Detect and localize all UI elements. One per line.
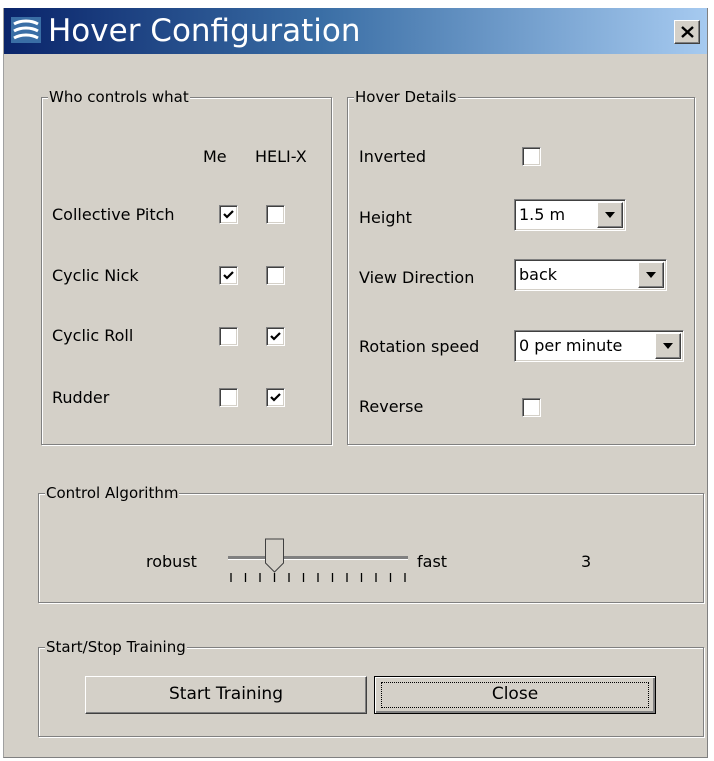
slider-track <box>228 556 408 559</box>
row-label-cyclic-roll: Cyclic Roll <box>52 326 134 345</box>
collective-pitch-helix-checkbox[interactable] <box>266 205 285 224</box>
control-algorithm-legend: Control Algorithm <box>45 484 180 502</box>
column-header-me: Me <box>203 147 227 166</box>
height-combobox[interactable]: 1.5 m <box>514 199 626 231</box>
rudder-helix-checkbox[interactable] <box>266 388 285 407</box>
training-legend: Start/Stop Training <box>45 638 187 656</box>
close-icon <box>681 26 694 38</box>
column-header-helix: HELI-X <box>255 147 307 166</box>
view-direction-combobox[interactable]: back <box>514 259 667 291</box>
view-direction-dropdown-button[interactable] <box>638 262 664 288</box>
height-dropdown-button[interactable] <box>597 202 623 228</box>
close-window-button[interactable] <box>674 20 700 44</box>
checkmark-icon <box>223 271 234 280</box>
dropdown-arrow-icon <box>605 212 615 218</box>
hover-configuration-window: Hover Configuration Who controls what Me… <box>3 8 708 758</box>
rotation-speed-combobox[interactable]: 0 per minute <box>514 330 684 362</box>
height-value: 1.5 m <box>519 205 566 224</box>
title-bar[interactable]: Hover Configuration <box>4 8 707 54</box>
dropdown-arrow-icon <box>646 272 656 278</box>
close-label: Close <box>491 684 539 704</box>
reverse-label: Reverse <box>359 397 424 416</box>
who-controls-legend: Who controls what <box>48 88 190 106</box>
slider-thumb-icon[interactable] <box>265 538 284 573</box>
collective-pitch-me-checkbox[interactable] <box>219 205 238 224</box>
inverted-label: Inverted <box>359 147 427 166</box>
rotation-speed-dropdown-button[interactable] <box>655 333 681 359</box>
cyclic-nick-helix-checkbox[interactable] <box>266 266 285 285</box>
slider-value-readout: 3 <box>581 552 592 571</box>
slider-max-label: fast <box>417 552 448 571</box>
start-training-label: Start Training <box>168 684 283 704</box>
inverted-checkbox[interactable] <box>522 147 541 166</box>
window-title: Hover Configuration <box>48 13 361 49</box>
view-direction-label: View Direction <box>359 268 475 287</box>
rotation-speed-label: Rotation speed <box>359 337 480 356</box>
checkmark-icon <box>223 210 234 219</box>
start-training-button[interactable]: Start Training <box>85 676 367 714</box>
checkmark-icon <box>270 393 281 402</box>
cyclic-nick-me-checkbox[interactable] <box>219 266 238 285</box>
checkmark-icon <box>270 332 281 341</box>
height-label: Height <box>359 208 412 227</box>
dropdown-arrow-icon <box>663 343 673 349</box>
row-label-cyclic-nick: Cyclic Nick <box>52 266 139 285</box>
helix-logo-icon <box>11 17 41 43</box>
row-label-collective-pitch: Collective Pitch <box>52 205 175 224</box>
hover-details-legend: Hover Details <box>354 88 458 106</box>
rudder-me-checkbox[interactable] <box>219 388 238 407</box>
close-button[interactable]: Close <box>374 676 656 714</box>
row-label-rudder: Rudder <box>52 388 110 407</box>
slider-min-label: robust <box>146 552 197 571</box>
slider-ticks <box>230 573 406 582</box>
reverse-checkbox[interactable] <box>522 398 541 417</box>
view-direction-value: back <box>519 265 558 284</box>
slider-track-highlight <box>228 559 408 560</box>
cyclic-roll-me-checkbox[interactable] <box>219 327 238 346</box>
control-algorithm-slider[interactable] <box>224 535 414 583</box>
rotation-speed-value: 0 per minute <box>519 336 623 355</box>
cyclic-roll-helix-checkbox[interactable] <box>266 327 285 346</box>
